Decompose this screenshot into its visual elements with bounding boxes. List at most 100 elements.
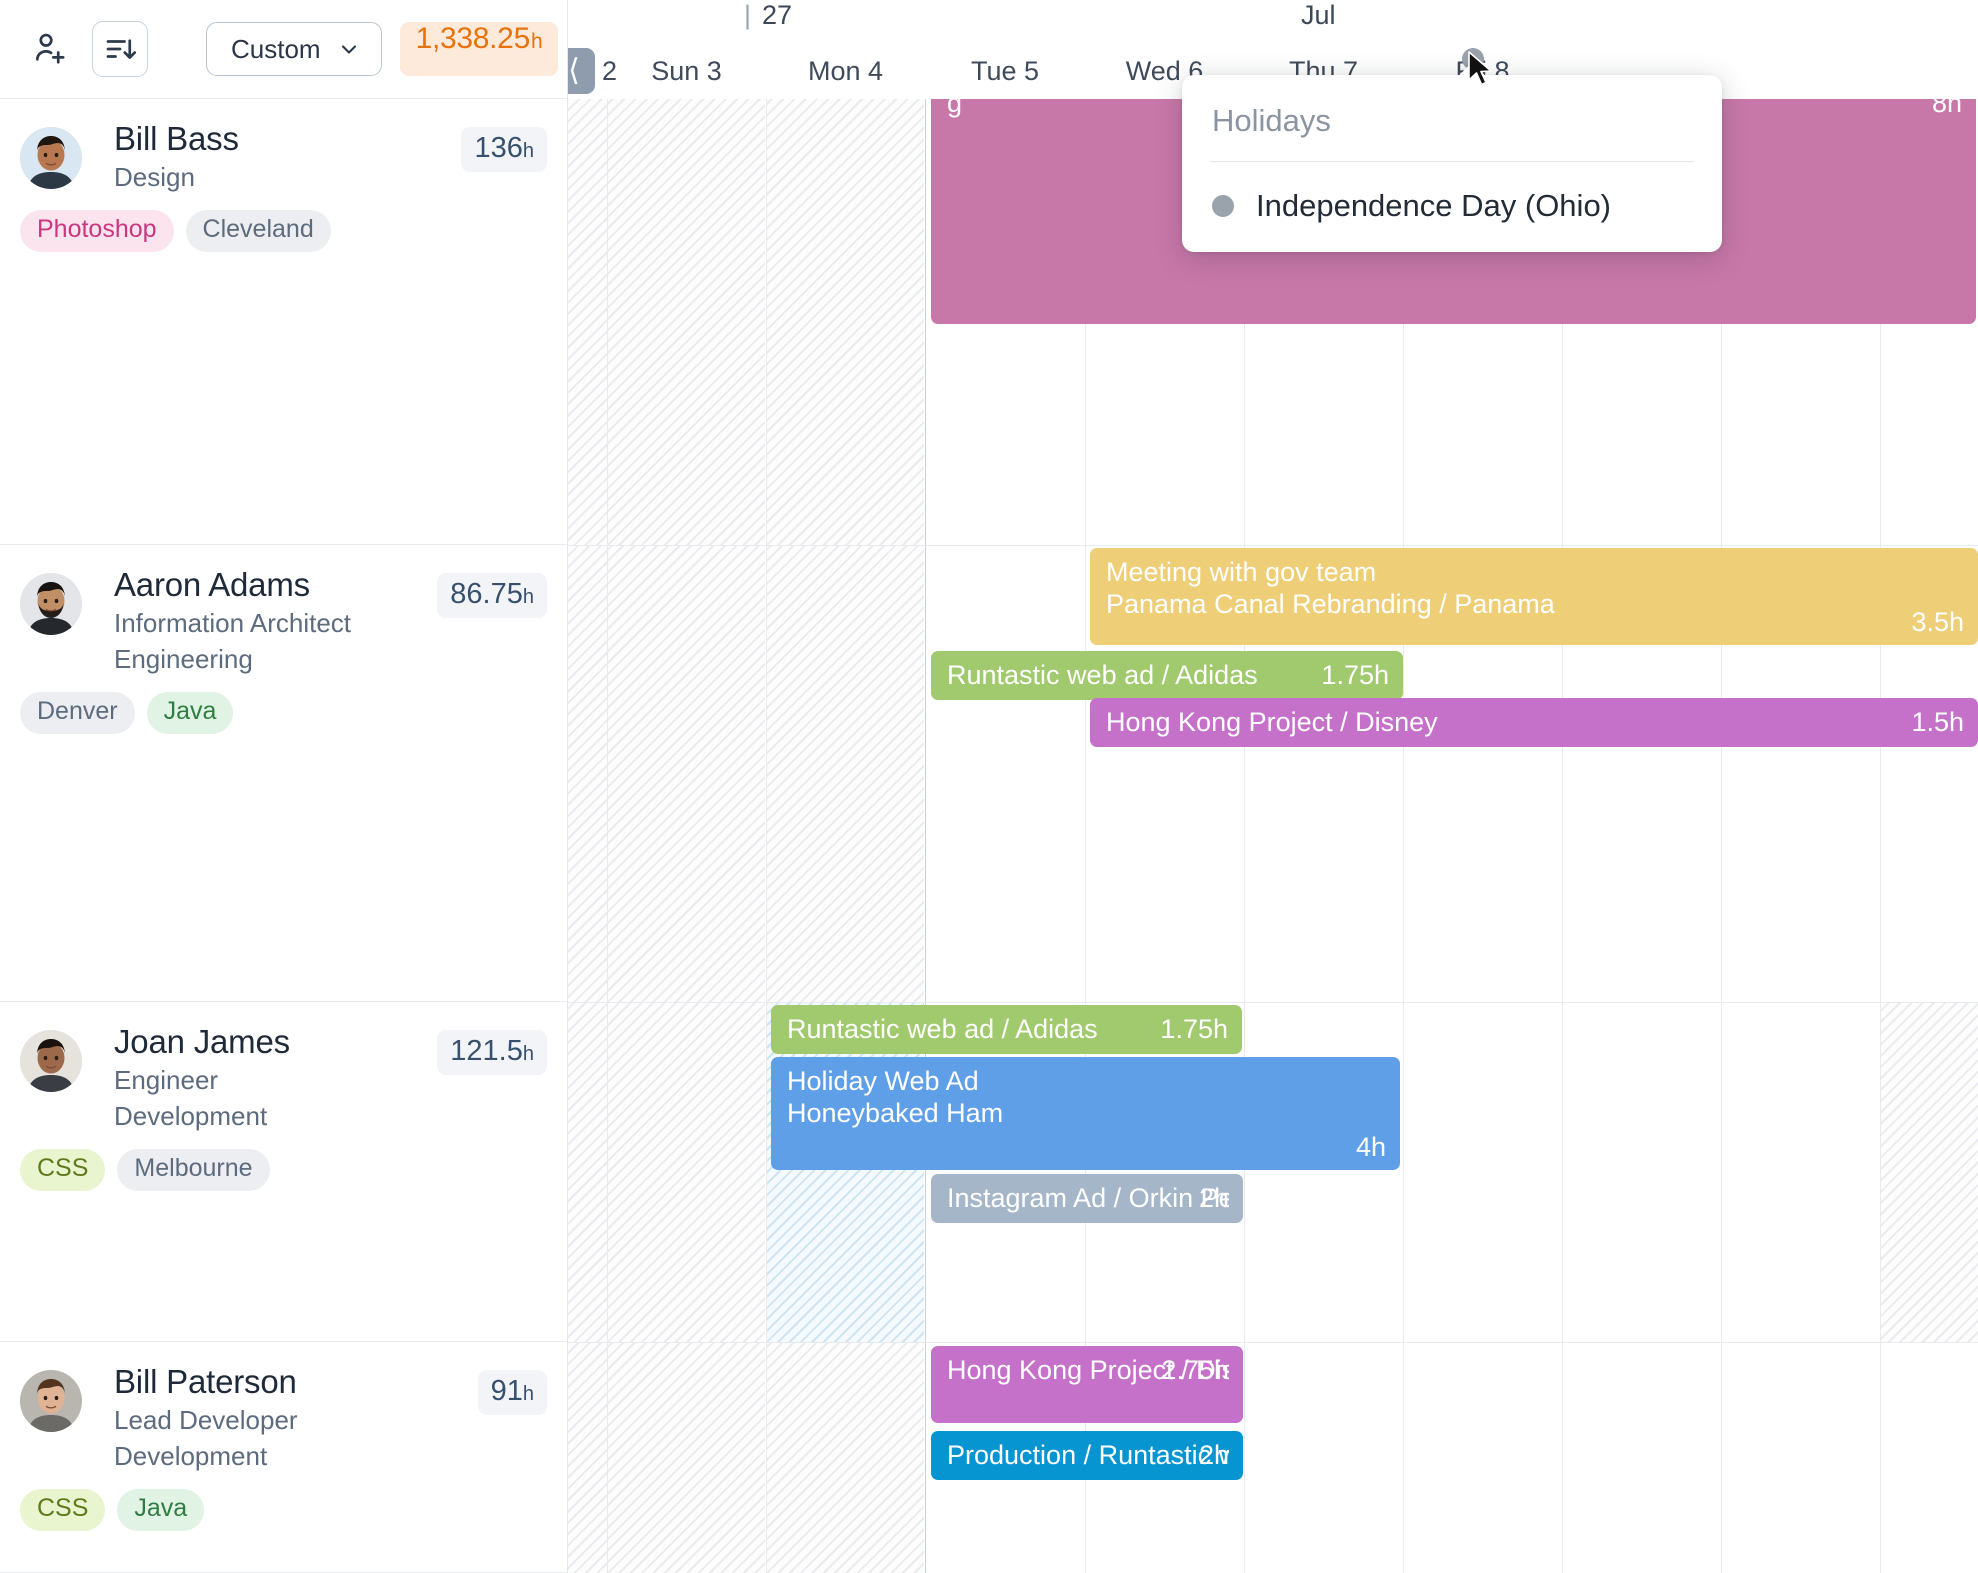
person-role: Engineer [114,1064,219,1095]
task-subtitle: Honeybaked Ham [787,1097,1004,1128]
date-range-label: Custom [231,33,321,64]
date-range-select[interactable]: Custom [206,22,382,76]
person-tag[interactable]: Java [146,692,234,734]
person-role: Lead Developer [114,1404,298,1435]
person-details: Aaron Adams Information Architect Enginee… [114,566,437,676]
popup-title: Holidays [1212,103,1331,138]
task-bar[interactable]: Instagram Ad / Orkin Pe 2h [931,1174,1243,1223]
task-duration: 1.75h [1321,660,1389,690]
people-sidebar: Custom 1,338.25 h Bill Bass Design 136 h… [0,0,568,1573]
popup-pointer [1458,62,1486,76]
non-working-cell [608,1342,765,1573]
task-bar[interactable]: Runtastic web ad / Adidas 1.75h [771,1005,1242,1054]
holidays-popup: Holidays Independence Day (Ohio) [1182,75,1722,252]
non-working-cell [1881,1002,1978,1342]
task-duration: 2h [1198,1440,1229,1470]
total-hours-suffix: h [530,30,543,53]
person-tag[interactable]: Melbourne [117,1149,270,1191]
chevron-down-icon [341,45,356,54]
task-title: Instagram Ad / Orkin Pe [947,1183,1229,1213]
person-row[interactable]: Bill Bass Design 136 h Photoshop Cleveland [0,99,567,545]
person-hours-suffix: h [522,1383,534,1405]
non-working-cell [568,1002,607,1342]
person-department: Development [114,1101,268,1132]
task-bar[interactable]: Production / Runtastic w 2h [931,1431,1243,1480]
person-row[interactable]: Joan James Engineer Development 121.5 h CS… [0,1002,567,1342]
month-label: | 27 [744,0,793,30]
person-role: Design [114,161,195,192]
person-tag[interactable]: CSS [20,1149,106,1191]
task-duration: 8h [1931,99,1962,118]
workload-scheduler: Custom 1,338.25 h Bill Bass Design 136 h… [0,0,1978,1573]
add-person-button[interactable] [22,21,78,77]
person-header: Aaron Adams Information Architect Enginee… [20,566,547,676]
person-hours-value: 91 [490,1375,523,1407]
person-hours-suffix: h [522,586,534,608]
avatar-aaron-adams [20,573,82,635]
avatar-bill-bass [20,127,82,189]
previous-period-button[interactable]: ⟨ [568,48,595,94]
person-tag[interactable]: Cleveland [185,210,331,252]
task-duration: 3.5h [1911,607,1964,638]
non-working-cell [608,1002,765,1342]
person-hours-suffix: h [522,140,534,162]
person-name: Bill Paterson [114,1363,297,1400]
person-header: Joan James Engineer Development 121.5 h [20,1023,547,1133]
grid-row-line [568,1342,1978,1343]
person-department: Engineering [114,644,253,675]
grid-row-line [568,1002,1978,1003]
person-tags: CSS Melbourne [20,1149,547,1191]
person-role: Information Architect [114,607,351,638]
month-strip: | 27 Jul [568,0,1978,44]
total-hours-badge: 1,338.25 h [399,22,559,76]
sort-button[interactable] [92,21,148,77]
person-header: Bill Bass Design 136 h [20,120,547,194]
task-bar[interactable]: Meeting with gov team Panama Canal Rebran… [1090,548,1978,645]
non-working-cell [767,545,924,1002]
non-working-cell [568,545,607,1002]
person-hours-badge: 136 h [461,127,547,172]
person-hours-value: 136 [474,132,523,164]
sort-descending-icon [106,39,137,59]
popup-holiday-label: Independence Day (Ohio) [1256,188,1612,223]
task-bar[interactable]: Holiday Web Ad Honeybaked Ham 4h [771,1057,1400,1170]
person-name: Joan James [114,1023,290,1060]
person-header: Bill Paterson Lead Developer Development … [20,1363,547,1473]
total-hours-value: 1,338.25 [415,22,531,55]
task-duration: 2h [1198,1183,1229,1213]
day-header-tue-5[interactable]: Tue 5 [925,44,1085,99]
person-tag[interactable]: Java [117,1489,205,1531]
task-bar[interactable]: Runtastic web ad / Adidas 1.75h [931,651,1403,700]
person-add-icon [35,33,65,64]
person-row[interactable]: Aaron Adams Information Architect Enginee… [0,545,567,1002]
person-name: Aaron Adams [114,566,310,603]
non-working-cell [608,99,765,545]
day-header-sun-3[interactable]: Sun 3 [607,44,766,99]
person-hours-suffix: h [522,1043,534,1065]
person-details: Joan James Engineer Development [114,1023,437,1133]
task-bar[interactable]: Hong Kong Project / Disney 1.5h [1090,698,1978,747]
day-header-mon-4[interactable]: Mon 4 [766,44,925,99]
chevron-left-icon: ⟨ [568,54,580,87]
person-row[interactable]: Bill Paterson Lead Developer Development … [0,1342,567,1573]
task-title: Hong Kong Project / Disney [1106,707,1438,737]
person-tag[interactable]: Denver [20,692,135,734]
task-duration: 4h [1355,1132,1386,1163]
person-tag[interactable]: Photoshop [20,210,174,252]
holiday-dot-icon [1212,195,1234,217]
sidebar-toolbar: Custom 1,338.25 h [0,0,567,99]
grid-row-line [568,545,1978,546]
people-list: Bill Bass Design 136 h Photoshop Cleveland… [0,99,567,1573]
person-hours-badge: 86.75 h [437,573,547,618]
avatar-joan-james [20,1030,82,1092]
person-tag[interactable]: CSS [20,1489,106,1531]
calendar-grid: Paid Time Og8hMeeting with gov teamPanam… [568,99,1978,1573]
non-working-cell [767,1342,924,1573]
non-working-cell [568,1342,607,1573]
person-hours-value: 86.75 [450,578,523,610]
non-working-cell [767,99,924,545]
grid-column-line [925,99,926,1573]
popup-holiday-item[interactable]: Independence Day (Ohio) [1182,162,1722,224]
person-tags: Photoshop Cleveland [20,210,547,252]
task-bar[interactable]: Hong Kong Project / Disney2.75h [931,1346,1243,1423]
